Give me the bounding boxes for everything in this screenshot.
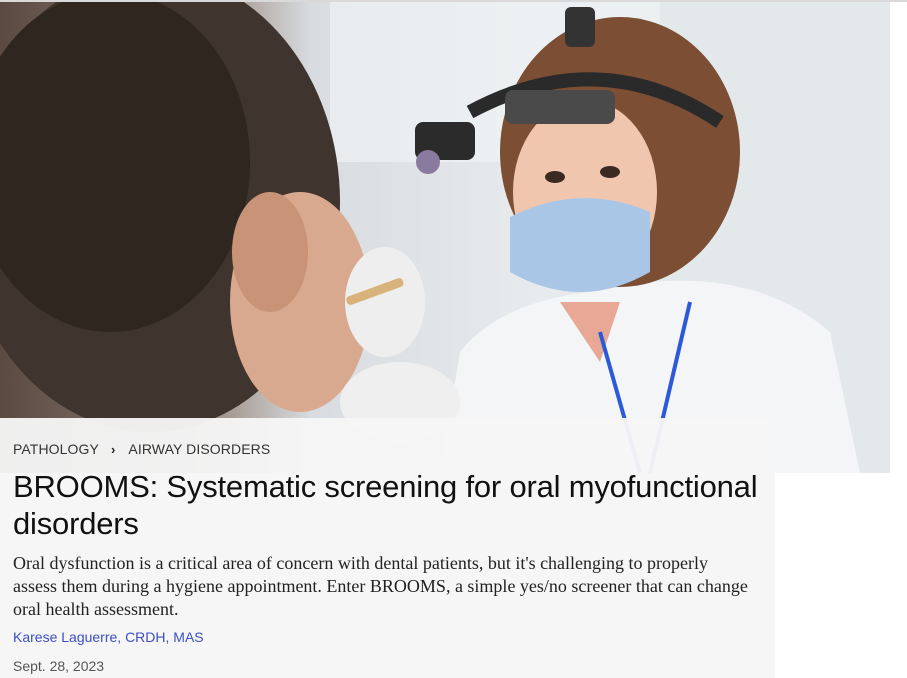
article-page: PATHOLOGY › AIRWAY DISORDERS BROOMS: Sys… <box>0 0 907 678</box>
hero-illustration <box>0 2 890 473</box>
breadcrumb-item-airway-disorders[interactable]: AIRWAY DISORDERS <box>128 441 270 457</box>
publish-date: Sept. 28, 2023 <box>13 658 105 674</box>
breadcrumb-item-pathology[interactable]: PATHOLOGY <box>13 441 99 457</box>
article-summary: Oral dysfunction is a critical area of c… <box>13 553 748 619</box>
author-link[interactable]: Karese Laguerre, CRDH, MAS <box>13 629 204 645</box>
hero-image <box>0 2 890 473</box>
chevron-right-icon: › <box>110 441 116 457</box>
article-title[interactable]: BROOMS: Systematic screening for oral my… <box>13 468 773 542</box>
hero-right-gutter <box>890 2 907 473</box>
breadcrumb: PATHOLOGY › AIRWAY DISORDERS <box>13 441 270 457</box>
